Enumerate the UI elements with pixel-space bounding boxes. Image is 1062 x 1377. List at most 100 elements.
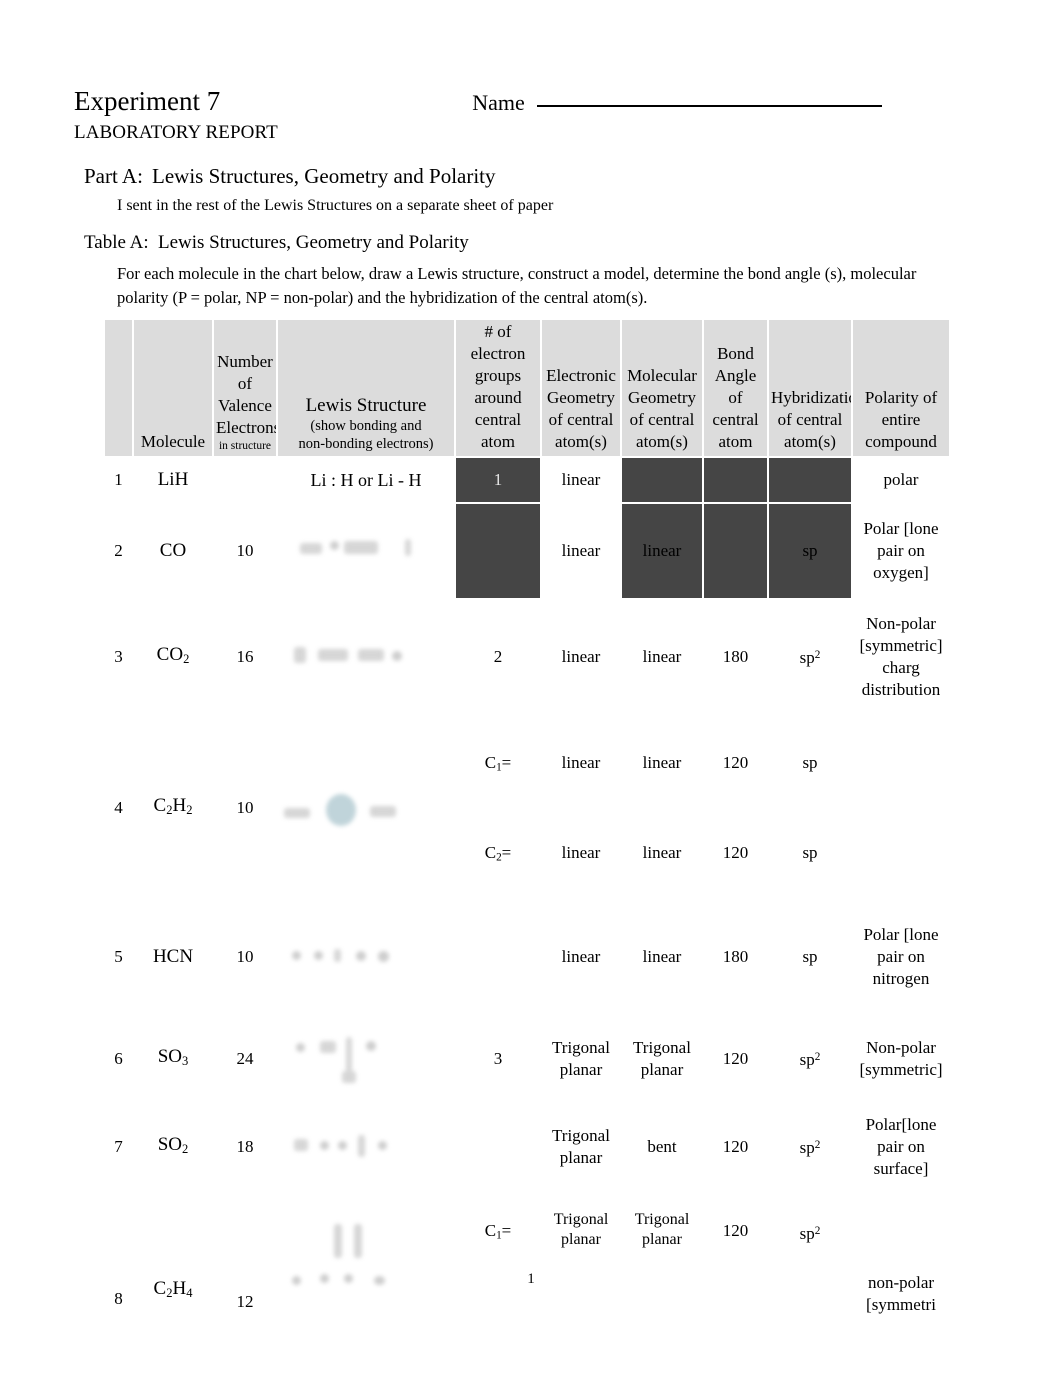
cell-electronic-geometry[interactable]: linear [542,504,620,598]
cell-electronic-geometry[interactable]: linear [542,600,620,714]
cell-hybridization[interactable]: sp [769,902,851,1012]
cell-lewis-structure[interactable] [278,1190,454,1316]
cell-polarity[interactable]: non-polar [symmetri [853,1190,949,1316]
cell-valence-electrons[interactable]: 10 [214,716,276,900]
name-field-group: Name [472,88,882,118]
cell-polarity[interactable]: Non-polar [symmetric] charg distribution [853,600,949,714]
cell-lewis-structure[interactable] [278,600,454,714]
cell-electron-groups[interactable]: 2 [456,600,540,714]
cell-electron-groups-split[interactable]: C 1 = [456,1190,540,1316]
part-a-section: Part A: Lewis Structures, Geometry and Po… [84,163,984,217]
th-lewis-sub2: non-bonding electrons) [298,436,434,452]
cell-bond-angle-c2[interactable]: 120 [704,808,767,898]
cell-molecular-geometry-split[interactable]: Trigonal planar [622,1190,702,1316]
cell-bond-angle-split[interactable]: 120 [704,1190,767,1316]
th-angle-line3: central [712,410,759,429]
cell-hybridization-c1[interactable]: sp2 [769,1191,851,1271]
cell-molecular-geometry-c2[interactable]: linear [622,808,702,898]
cell-lewis-structure[interactable] [278,716,454,900]
cell-lewis-structure[interactable] [278,504,454,598]
cell-molecular-geometry-split[interactable]: linear linear [622,716,702,900]
cell-electron-groups-c1[interactable]: C1= [456,718,540,808]
cell-electron-groups-c2[interactable]: C2= [456,808,540,898]
cell-electron-groups-split[interactable]: C1= C2= [456,716,540,900]
cell-molecular-geometry[interactable]: bent [622,1106,702,1188]
cell-electronic-geometry-split[interactable]: Trigonal planar [542,1190,620,1316]
cell-molecular-geometry-c1[interactable]: linear [622,718,702,808]
cell-bond-angle[interactable]: 180 [704,902,767,1012]
cell-electronic-geometry[interactable]: Trigonal planar [542,1106,620,1188]
molecule-h-subscript: 4 [186,1286,193,1300]
cell-bond-angle-c1[interactable]: 120 [704,718,767,808]
row-index: 4 [105,716,132,900]
cell-polarity[interactable] [853,716,949,900]
cell-electron-groups[interactable] [456,1106,540,1188]
table-row: 5 HCN 10 linear linear 180 sp Polar [lon… [105,902,949,1012]
cell-lewis-structure[interactable]: Li : H or Li - H [278,458,454,502]
cell-valence-electrons[interactable] [214,458,276,502]
cell-hybridization-c1[interactable]: sp [769,718,851,808]
cell-valence-electrons[interactable]: 24 [214,1014,276,1104]
cell-hybridization[interactable]: sp2 [769,1106,851,1188]
cell-valence-electrons[interactable]: 16 [214,600,276,714]
cell-electronic-geometry-c1[interactable]: linear [542,718,620,808]
cell-molecular-geometry[interactable]: linear [622,600,702,714]
cell-molecular-geometry[interactable]: Trigonal planar [622,1014,702,1104]
table-row: 1 LiH Li : H or Li - H 1 linear polar [105,458,949,502]
cell-electronic-geometry[interactable]: linear [542,902,620,1012]
cell-molecule: CO [134,504,212,598]
th-hybridization: Hybridization of central atom(s) [769,320,851,456]
cell-molecular-geometry[interactable]: linear [622,902,702,1012]
th-index [105,320,132,456]
cell-hybridization-split[interactable]: sp2 [769,1190,851,1316]
cell-electronic-geometry-c2[interactable]: linear [542,808,620,898]
molecule-base: SO [157,1134,183,1156]
cell-polarity[interactable]: Polar[lone pair on surface] [853,1106,949,1188]
cell-electron-groups-c1[interactable]: C1= [456,1191,540,1271]
lewis-drawing [280,521,452,581]
row-index: 5 [105,902,132,1012]
cell-hybridization[interactable]: sp2 [769,600,851,714]
cell-polarity[interactable]: polar [853,458,949,502]
th-hybrid-line2: of central [777,410,843,429]
cell-bond-angle-c1[interactable]: 120 [704,1191,767,1271]
cell-valence-electrons[interactable]: 18 [214,1106,276,1188]
lewis-drawing [280,625,452,689]
cell-hybridization-split[interactable]: sp sp [769,716,851,900]
cell-bond-angle[interactable]: 180 [704,600,767,714]
cell-lewis-structure[interactable] [278,1106,454,1188]
lewis-drawing [278,758,454,858]
cell-hybridization-c2[interactable]: sp [769,808,851,898]
cell-electronic-geometry[interactable]: linear [542,458,620,502]
cell-valence-electrons[interactable]: 10 [214,504,276,598]
table-row: 8 C2H4 12 C1= Trigonal planar Trigonal p… [105,1190,949,1316]
table-header-row: Molecule Number of Valence Electrons in … [105,320,949,456]
cell-lewis-structure[interactable] [278,902,454,1012]
row-index: 6 [105,1014,132,1104]
th-mgeom-line2: Geometry [628,388,696,407]
th-mgeom-line3: of central [629,410,695,429]
cell-valence-electrons[interactable]: 12 [214,1190,276,1316]
cell-electron-groups[interactable]: 3 [456,1014,540,1104]
cell-bond-angle-split[interactable]: 120 120 [704,716,767,900]
cell-valence-electrons[interactable]: 10 [214,902,276,1012]
molecule-subscript: 2 [182,1141,189,1156]
hybrid-base: sp [799,648,815,668]
cell-hybridization[interactable]: sp2 [769,1014,851,1104]
cell-bond-angle[interactable]: 120 [704,1106,767,1188]
th-egeom-line3: of central [548,410,614,429]
cell-electron-groups[interactable] [456,902,540,1012]
cell-polarity[interactable]: Polar [lone pair on nitrogen [853,902,949,1012]
cell-polarity[interactable]: Polar [lone pair on oxygen] [853,504,949,598]
th-hybrid-line3: atom(s) [784,432,836,451]
cell-lewis-structure[interactable] [278,1014,454,1104]
cell-molecular-geometry-c1[interactable]: Trigonal planar [622,1191,702,1271]
cell-electronic-geometry[interactable]: Trigonal planar [542,1014,620,1104]
molecule-h: H [172,795,187,817]
cell-polarity[interactable]: Non-polar [symmetric] [853,1014,949,1104]
cell-electronic-geometry-split[interactable]: linear linear [542,716,620,900]
th-electronic-geometry: Electronic Geometry of central atom(s) [542,320,620,456]
cell-bond-angle[interactable]: 120 [704,1014,767,1104]
name-input-line[interactable] [536,105,882,107]
cell-electronic-geometry-c1[interactable]: Trigonal planar [542,1191,620,1271]
